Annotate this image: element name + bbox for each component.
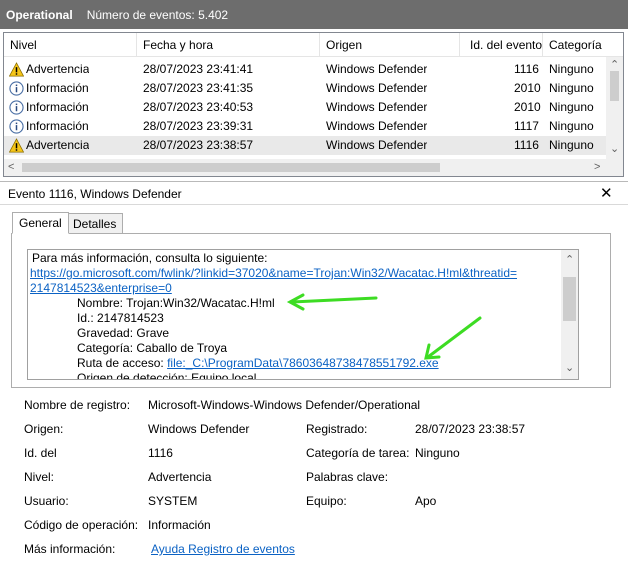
property-value-source: Windows Defender bbox=[148, 422, 250, 436]
event-count: Número de eventos: 5.402 bbox=[86, 7, 229, 22]
event-row[interactable]: Información 28/07/2023 23:41:35 Windows … bbox=[4, 79, 606, 98]
threat-id: Id.: 2147814523 bbox=[77, 311, 164, 325]
event-level: Advertencia bbox=[26, 62, 90, 76]
event-datetime: 28/07/2023 23:41:35 bbox=[143, 81, 254, 95]
column-header-source[interactable]: Origen bbox=[320, 33, 460, 57]
threat-category: Categoría: Caballo de Troya bbox=[77, 341, 228, 355]
event-level: Información bbox=[26, 81, 89, 95]
column-header-event-id[interactable]: Id. del evento bbox=[460, 33, 543, 57]
property-label-event-id: Id. del bbox=[24, 446, 57, 460]
info-icon bbox=[9, 100, 24, 115]
threat-path-row: Ruta de acceso: file:_C:\ProgramData\786… bbox=[77, 356, 439, 371]
event-datetime: 28/07/2023 23:39:31 bbox=[143, 119, 254, 133]
property-label-more-info: Más información: bbox=[24, 542, 116, 556]
event-source: Windows Defender bbox=[326, 100, 428, 114]
event-detail-title: Evento 1116, Windows Defender bbox=[8, 187, 182, 201]
message-intro: Para más información, consulta lo siguie… bbox=[32, 251, 268, 265]
event-row[interactable]: Información 28/07/2023 23:40:53 Windows … bbox=[4, 98, 606, 117]
log-title-bar: Operational Número de eventos: 5.402 bbox=[0, 0, 628, 29]
event-message-box[interactable]: Para más información, consulta lo siguie… bbox=[27, 249, 579, 380]
property-value-level: Advertencia bbox=[148, 470, 212, 484]
property-label-logged: Registrado: bbox=[306, 422, 368, 436]
scrollbar-thumb[interactable] bbox=[610, 71, 619, 101]
warning-icon bbox=[9, 138, 24, 153]
event-source: Windows Defender bbox=[326, 138, 428, 152]
event-row-selected[interactable]: Advertencia 28/07/2023 23:38:57 Windows … bbox=[4, 136, 606, 155]
events-list[interactable]: Nivel Fecha y hora Origen Id. del evento… bbox=[3, 32, 624, 177]
property-value-log-name: Microsoft-Windows-Windows Defender/Opera… bbox=[148, 398, 421, 412]
threat-severity: Gravedad: Grave bbox=[77, 326, 170, 340]
event-log-help-link[interactable]: Ayuda Registro de eventos bbox=[151, 541, 295, 557]
event-category: Ninguno bbox=[549, 62, 594, 76]
event-datetime: 28/07/2023 23:38:57 bbox=[143, 138, 254, 152]
tab-details[interactable]: Detalles bbox=[66, 213, 124, 235]
property-label-source: Origen: bbox=[24, 422, 64, 436]
scroll-right-icon[interactable]: > bbox=[594, 161, 600, 173]
event-datetime: 28/07/2023 23:40:53 bbox=[143, 100, 254, 114]
property-label-task-category: Categoría de tarea: bbox=[306, 446, 410, 460]
message-scrollbar[interactable]: ⌃ ⌄ bbox=[561, 250, 578, 379]
property-label-user: Usuario: bbox=[24, 494, 69, 508]
scrollbar-thumb[interactable] bbox=[22, 163, 440, 172]
events-vertical-scrollbar[interactable]: ⌃ ⌄ bbox=[606, 57, 623, 159]
property-value-user: SYSTEM bbox=[148, 494, 198, 508]
property-label-computer: Equipo: bbox=[306, 494, 347, 508]
property-value-event-id: 1116 bbox=[148, 446, 173, 460]
property-value-opcode: Información bbox=[148, 518, 211, 532]
property-value-task-category: Ninguno bbox=[415, 446, 460, 460]
threat-info-link[interactable]: https://go.microsoft.com/fwlink/?linkid=… bbox=[30, 266, 517, 281]
event-level: Información bbox=[26, 119, 89, 133]
threat-name: Nombre: Trojan:Win32/Wacatac.H!ml bbox=[77, 296, 275, 310]
event-category: Ninguno bbox=[549, 138, 594, 152]
events-list-header: Nivel Fecha y hora Origen Id. del evento… bbox=[4, 33, 623, 57]
event-id: 1116 bbox=[514, 62, 539, 76]
event-datetime: 28/07/2023 23:41:41 bbox=[143, 62, 254, 76]
tab-general[interactable]: General bbox=[12, 212, 69, 234]
scroll-up-icon[interactable]: ⌃ bbox=[565, 254, 574, 266]
info-icon bbox=[9, 119, 24, 134]
event-row[interactable]: Información 28/07/2023 23:39:31 Windows … bbox=[4, 117, 606, 136]
threat-path-label: Ruta de acceso: bbox=[77, 356, 168, 370]
event-id: 2010 bbox=[514, 81, 541, 95]
property-label-log-name: Nombre de registro: bbox=[24, 398, 131, 412]
event-source: Windows Defender bbox=[326, 81, 428, 95]
property-value-computer: Apo bbox=[415, 494, 437, 508]
property-value-logged: 28/07/2023 23:38:57 bbox=[415, 422, 526, 436]
scroll-left-icon[interactable]: < bbox=[8, 161, 14, 173]
event-source: Windows Defender bbox=[326, 119, 428, 133]
info-icon bbox=[9, 81, 24, 96]
event-source: Windows Defender bbox=[326, 62, 428, 76]
event-category: Ninguno bbox=[549, 100, 594, 114]
close-icon[interactable]: ✕ bbox=[600, 184, 613, 202]
property-label-keywords: Palabras clave: bbox=[306, 470, 389, 484]
scroll-down-icon[interactable]: ⌄ bbox=[610, 143, 619, 155]
event-category: Ninguno bbox=[549, 81, 594, 95]
event-level: Información bbox=[26, 100, 89, 114]
event-id: 1117 bbox=[514, 119, 539, 133]
event-level: Advertencia bbox=[26, 138, 90, 152]
property-label-opcode: Código de operación: bbox=[24, 518, 139, 532]
event-category: Ninguno bbox=[549, 119, 594, 133]
detection-origin: Origen de detección: Equipo local bbox=[77, 371, 257, 380]
column-header-level[interactable]: Nivel bbox=[4, 33, 137, 57]
event-row[interactable]: Advertencia 28/07/2023 23:41:41 Windows … bbox=[4, 60, 606, 79]
threat-info-link-continued[interactable]: 2147814523&enterprise=0 bbox=[30, 281, 172, 296]
event-id: 2010 bbox=[514, 100, 541, 114]
log-name: Operational bbox=[6, 7, 73, 22]
property-label-level: Nivel: bbox=[24, 470, 55, 484]
column-header-category[interactable]: Categoría bbox=[543, 33, 623, 57]
threat-path-link[interactable]: file:_C:\ProgramData\7860364873847855179… bbox=[167, 356, 439, 370]
warning-icon bbox=[9, 62, 24, 77]
events-horizontal-scrollbar[interactable]: < > bbox=[4, 159, 623, 176]
scrollbar-thumb[interactable] bbox=[563, 277, 576, 321]
event-detail-header: Evento 1116, Windows Defender ✕ bbox=[0, 181, 628, 205]
scroll-up-icon[interactable]: ⌃ bbox=[610, 59, 619, 71]
column-header-datetime[interactable]: Fecha y hora bbox=[137, 33, 320, 57]
event-id: 1116 bbox=[514, 138, 539, 152]
scroll-down-icon[interactable]: ⌄ bbox=[565, 362, 574, 374]
